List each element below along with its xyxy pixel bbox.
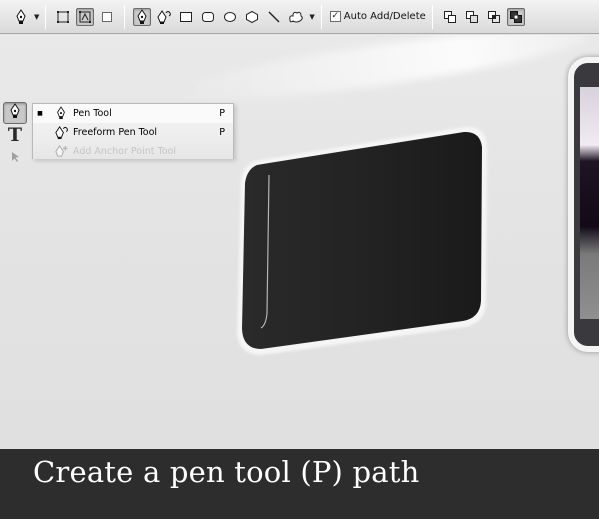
separator <box>45 4 47 29</box>
freeform-pen-icon[interactable] <box>155 8 173 26</box>
tool-preset-picker[interactable]: ▼ <box>10 8 39 26</box>
flyout-item-shortcut: P <box>219 127 225 138</box>
separator <box>320 4 322 29</box>
flyout-item-pen-tool[interactable]: ■ Pen Tool P <box>33 104 233 123</box>
caption-text: Create a pen tool (P) path <box>33 455 420 489</box>
selected-bullet-icon: ■ <box>37 110 43 117</box>
add-anchor-point-icon <box>53 144 69 160</box>
exclude-overlap-icon[interactable] <box>506 7 525 26</box>
polygon-icon[interactable] <box>243 8 261 26</box>
freeform-pen-icon <box>53 125 69 141</box>
path-selection-icon <box>10 148 20 167</box>
intersect-path-icon[interactable] <box>485 8 503 26</box>
flyout-item-label: Pen Tool <box>73 108 112 119</box>
custom-shape-icon[interactable] <box>287 8 305 26</box>
tools-panel: T <box>0 100 32 170</box>
chevron-down-icon[interactable]: ▼ <box>34 13 39 21</box>
flyout-item-add-anchor-point-tool[interactable]: Add Anchor Point Tool <box>33 142 233 161</box>
rectangle-icon[interactable] <box>177 8 195 26</box>
pen-icon[interactable] <box>12 8 30 26</box>
flyout-item-shortcut: P <box>219 108 225 119</box>
device-mockup-secondary <box>568 57 599 352</box>
path-operations-group <box>439 7 527 26</box>
flyout-item-freeform-pen-tool[interactable]: Freeform Pen Tool P <box>33 123 233 142</box>
document-canvas[interactable] <box>0 35 599 449</box>
auto-add-delete-label: Auto Add/Delete <box>343 11 426 22</box>
pen-tool-button[interactable] <box>3 102 27 124</box>
device-screen <box>580 87 599 319</box>
type-tool-icon: T <box>7 124 23 146</box>
chevron-down-icon[interactable]: ▼ <box>309 13 314 21</box>
pen-icon[interactable] <box>133 7 152 26</box>
options-bar: ▼ ▼ ✓ Auto Add/Delete <box>0 0 599 34</box>
flyout-item-label: Add Anchor Point Tool <box>73 146 176 157</box>
tool-shapes-group: ▼ <box>131 7 315 26</box>
path-selection-tool-button[interactable] <box>3 146 27 168</box>
shape-layers-icon[interactable] <box>54 8 72 26</box>
rounded-rectangle-icon[interactable] <box>199 8 217 26</box>
pen-icon <box>53 106 69 122</box>
pen-icon <box>8 102 22 124</box>
type-tool-button[interactable]: T <box>3 124 27 146</box>
separator <box>431 4 433 29</box>
ellipse-icon[interactable] <box>221 8 239 26</box>
auto-add-delete-checkbox[interactable]: ✓ Auto Add/Delete <box>329 11 426 22</box>
add-to-path-icon[interactable] <box>441 8 459 26</box>
paths-icon[interactable] <box>76 7 95 26</box>
fill-pixels-icon[interactable] <box>98 8 116 26</box>
pen-tool-flyout-menu: ■ Pen Tool P Freeform Pen Tool P Add Anc… <box>32 103 234 159</box>
flyout-item-label: Freeform Pen Tool <box>73 127 158 138</box>
checkbox-checked-icon[interactable]: ✓ <box>329 11 341 22</box>
caption-bar: Create a pen tool (P) path <box>0 449 599 519</box>
device-mockup <box>233 123 491 359</box>
path-mode-group <box>52 7 118 26</box>
separator <box>124 4 126 29</box>
line-icon[interactable] <box>265 8 283 26</box>
subtract-from-path-icon[interactable] <box>463 8 481 26</box>
